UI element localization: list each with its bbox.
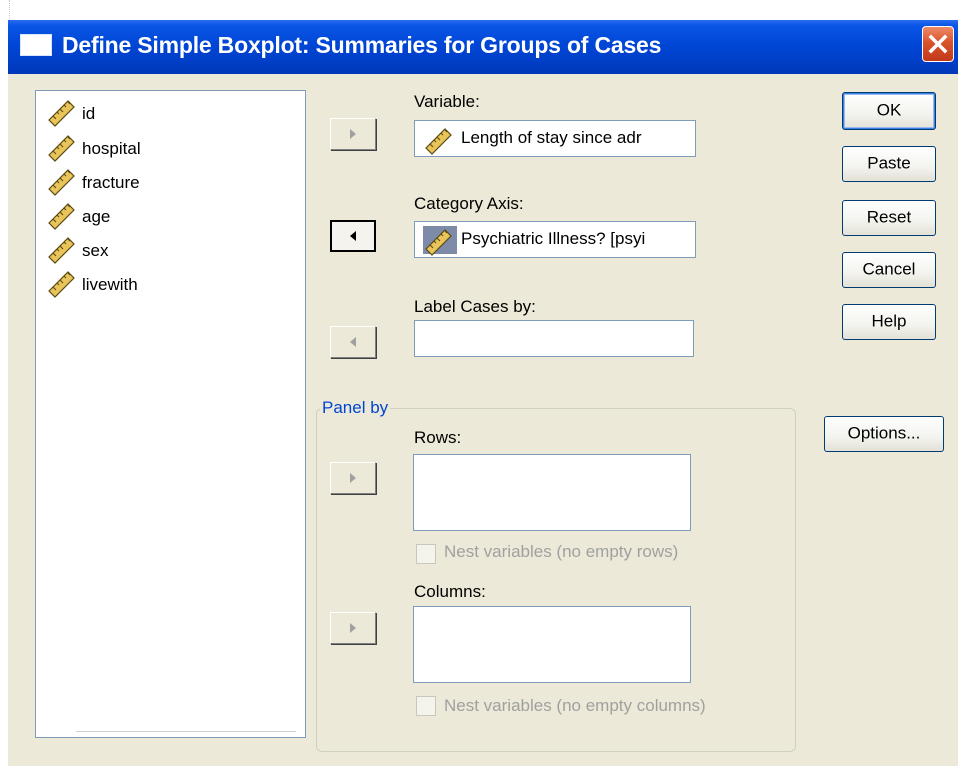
boxplot-dialog: Define Simple Boxplot: Summaries for Gro… [8, 20, 958, 766]
close-icon [928, 34, 948, 54]
label-cases-label: Label Cases by: [414, 297, 536, 316]
move-to-variable-button[interactable] [330, 118, 376, 150]
options-button[interactable]: Options... [824, 416, 944, 452]
rows-label: Rows: [414, 428, 462, 447]
list-item-label: id [82, 104, 96, 123]
close-button[interactable] [922, 26, 954, 62]
ok-button-label: OK [876, 100, 902, 120]
cancel-button[interactable]: Cancel [842, 252, 936, 288]
reset-button-label: Reset [866, 207, 912, 227]
reset-button[interactable]: Reset [842, 200, 936, 236]
list-item-label: age [82, 207, 111, 226]
arrow-right-icon [350, 129, 356, 139]
move-to-label-cases-button[interactable] [330, 326, 376, 358]
label-cases-field[interactable] [414, 320, 694, 357]
help-button[interactable]: Help [842, 304, 936, 340]
columns-list[interactable] [413, 606, 691, 683]
help-button-label: Help [871, 311, 907, 331]
arrow-left-icon [350, 231, 356, 241]
options-button-label: Options... [847, 423, 921, 443]
arrow-right-icon [350, 623, 356, 633]
category-axis-field[interactable]: Psychiatric Illness? [psyi [414, 221, 696, 258]
variable-value: Length of stay since adr [461, 128, 642, 147]
nest-columns-label: Nest variables (no empty columns) [444, 696, 706, 715]
nest-columns-checkbox[interactable] [416, 696, 436, 716]
cancel-button-label: Cancel [862, 259, 916, 279]
category-axis-value: Psychiatric Illness? [psyi [461, 229, 646, 248]
scale-ruler-icon [48, 100, 75, 127]
list-scroll-edge [76, 731, 296, 737]
arrow-left-icon [350, 337, 356, 347]
move-to-columns-button[interactable] [330, 612, 376, 644]
rows-list[interactable] [413, 454, 691, 531]
paste-button-label: Paste [867, 153, 911, 173]
paste-button[interactable]: Paste [842, 146, 936, 182]
scale-ruler-icon [48, 169, 75, 196]
scale-ruler-icon [425, 128, 452, 155]
window-title: Define Simple Boxplot: Summaries for Gro… [62, 32, 662, 58]
title-bar[interactable]: Define Simple Boxplot: Summaries for Gro… [8, 20, 958, 74]
category-axis-label: Category Axis: [414, 194, 524, 213]
list-item-label: fracture [82, 173, 140, 192]
scale-ruler-icon [425, 229, 452, 256]
variable-field[interactable]: Length of stay since adr [414, 120, 696, 157]
move-from-category-axis-button[interactable] [330, 220, 376, 252]
scale-ruler-icon [48, 203, 75, 230]
variable-label: Variable: [414, 92, 480, 111]
scale-ruler-icon [48, 135, 75, 162]
nest-rows-checkbox[interactable] [416, 544, 436, 564]
window-icon [20, 34, 52, 56]
list-item-label: hospital [82, 139, 141, 158]
ok-button[interactable]: OK [842, 92, 936, 130]
source-variable-list[interactable]: id hospital fracture age sex livewith [35, 90, 306, 738]
scale-ruler-icon [48, 237, 75, 264]
list-item-label: livewith [82, 275, 138, 294]
panel-by-legend: Panel by [320, 398, 391, 418]
columns-label: Columns: [414, 582, 486, 601]
nest-rows-label: Nest variables (no empty rows) [444, 542, 679, 561]
scale-ruler-icon [48, 271, 75, 298]
move-to-rows-button[interactable] [330, 462, 376, 494]
list-item-label: sex [82, 241, 109, 260]
arrow-right-icon [350, 473, 356, 483]
